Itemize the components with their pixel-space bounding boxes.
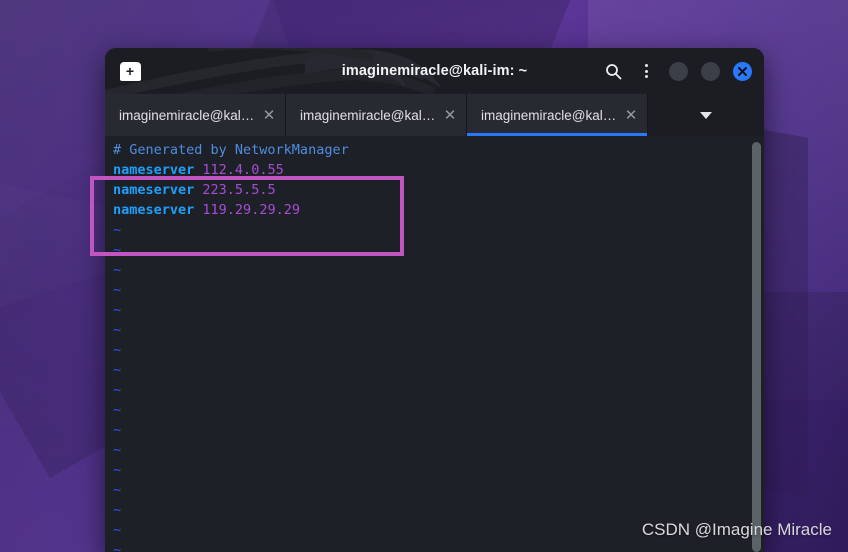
- vim-empty-line: ~: [110, 420, 764, 440]
- titlebar-actions: [603, 61, 752, 81]
- terminal-tab-3-active[interactable]: imaginemiracle@kal… ✕: [467, 94, 648, 136]
- window-titlebar[interactable]: + imaginemiracle@kali-im: ~: [105, 48, 764, 94]
- tab-bar: imaginemiracle@kal… ✕ imaginemiracle@kal…: [105, 94, 764, 136]
- tilde-marker: ~: [113, 262, 122, 278]
- csdn-watermark: CSDN @Imagine Miracle: [641, 520, 832, 539]
- terminal-content[interactable]: # Generated by NetworkManager nameserver …: [105, 136, 764, 552]
- tab-label: imaginemiracle@kal…: [119, 107, 255, 123]
- maximize-button[interactable]: [701, 61, 720, 81]
- vim-empty-line: ~: [110, 260, 764, 280]
- terminal-line: nameserver 112.4.0.55: [110, 160, 764, 180]
- vim-empty-line: ~: [110, 500, 764, 520]
- tab-close-icon[interactable]: ✕: [440, 108, 460, 123]
- tilde-marker: ~: [113, 502, 122, 518]
- config-key: nameserver: [113, 202, 195, 218]
- tilde-marker: ~: [113, 242, 122, 258]
- vim-empty-line: ~: [110, 460, 764, 480]
- tilde-marker: ~: [113, 462, 122, 478]
- terminal-window: + imaginemiracle@kali-im: ~ imaginemirac…: [105, 48, 764, 552]
- vim-empty-line: ~: [110, 240, 764, 260]
- tilde-marker: ~: [113, 442, 122, 458]
- vim-empty-line: ~: [110, 360, 764, 380]
- vim-empty-line: ~: [110, 320, 764, 340]
- config-value: 112.4.0.55: [202, 162, 284, 178]
- vim-empty-line: ~: [110, 220, 764, 240]
- vim-empty-line: ~: [110, 440, 764, 460]
- close-icon: [738, 66, 747, 76]
- config-value: 119.29.29.29: [202, 202, 300, 218]
- tilde-marker: ~: [113, 362, 122, 378]
- terminal-line: nameserver 119.29.29.29: [110, 200, 764, 220]
- kali-dragon-watermark: [105, 48, 441, 94]
- tilde-marker: ~: [113, 322, 122, 338]
- chevron-down-icon: [700, 111, 712, 119]
- terminal-tab-2[interactable]: imaginemiracle@kal… ✕: [286, 94, 467, 136]
- tilde-marker: ~: [113, 302, 122, 318]
- vim-empty-line: ~: [110, 280, 764, 300]
- vim-buffer: # Generated by NetworkManager nameserver …: [110, 140, 764, 552]
- search-icon[interactable]: [603, 61, 623, 81]
- screen: + imaginemiracle@kali-im: ~ imaginemirac…: [0, 0, 848, 552]
- close-button[interactable]: [733, 61, 752, 81]
- tilde-marker: ~: [113, 522, 122, 538]
- tilde-marker: ~: [113, 422, 122, 438]
- vim-empty-line: ~: [110, 340, 764, 360]
- comment-text: # Generated by NetworkManager: [113, 142, 349, 158]
- vim-empty-line: ~: [110, 380, 764, 400]
- terminal-tab-1[interactable]: imaginemiracle@kal… ✕: [105, 94, 286, 136]
- config-key: nameserver: [113, 162, 195, 178]
- terminal-line: # Generated by NetworkManager: [110, 140, 764, 160]
- tab-label: imaginemiracle@kal…: [300, 107, 436, 123]
- plus-glyph: +: [125, 62, 135, 79]
- vim-empty-line: ~: [110, 400, 764, 420]
- vim-empty-line: ~: [110, 540, 764, 552]
- terminal-line: nameserver 223.5.5.5: [110, 180, 764, 200]
- terminal-scrollbar[interactable]: [752, 136, 761, 552]
- new-tab-button[interactable]: +: [119, 61, 141, 81]
- config-value: 223.5.5.5: [202, 182, 276, 198]
- menu-icon[interactable]: [636, 61, 656, 81]
- config-key: nameserver: [113, 182, 195, 198]
- tilde-marker: ~: [113, 402, 122, 418]
- tab-close-icon[interactable]: ✕: [621, 108, 641, 123]
- tilde-marker: ~: [113, 542, 122, 552]
- tilde-marker: ~: [113, 282, 122, 298]
- scrollbar-thumb[interactable]: [752, 142, 761, 552]
- tab-list-dropdown-button[interactable]: [648, 94, 764, 136]
- vim-empty-line: ~: [110, 300, 764, 320]
- tilde-marker: ~: [113, 222, 122, 238]
- tilde-marker: ~: [113, 482, 122, 498]
- vim-empty-line: ~: [110, 480, 764, 500]
- minimize-button[interactable]: [669, 61, 688, 81]
- tab-close-icon[interactable]: ✕: [259, 108, 279, 123]
- tilde-marker: ~: [113, 342, 122, 358]
- new-tab-plus-icon: +: [119, 61, 141, 81]
- tilde-marker: ~: [113, 382, 122, 398]
- tab-label: imaginemiracle@kal…: [481, 107, 617, 123]
